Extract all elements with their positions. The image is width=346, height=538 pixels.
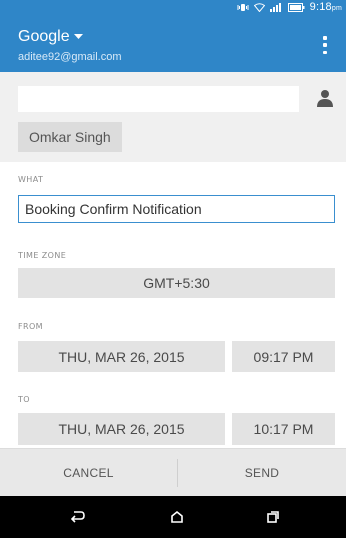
status-bar: 9:18pm <box>0 0 346 14</box>
account-email: aditee92@gmail.com <box>18 51 122 63</box>
overflow-menu-icon[interactable] <box>322 36 328 54</box>
vibrate-icon <box>237 3 249 11</box>
home-icon[interactable] <box>166 506 188 528</box>
timezone-label: TIME ZONE <box>18 251 67 260</box>
what-label: WHAT <box>18 175 44 184</box>
back-icon[interactable] <box>67 506 89 528</box>
recipient-input[interactable] <box>18 86 299 112</box>
account-name: Google <box>18 28 70 45</box>
from-label: FROM <box>18 322 43 331</box>
wifi-icon <box>253 2 265 12</box>
send-button[interactable]: SEND <box>178 449 346 497</box>
status-time: 9:18pm <box>309 1 342 13</box>
recipients-section: Omkar Singh <box>0 72 346 162</box>
recipient-chip[interactable]: Omkar Singh <box>18 122 122 152</box>
from-date-button[interactable]: THU, MAR 26, 2015 <box>18 341 225 372</box>
contact-icon[interactable] <box>315 88 335 108</box>
to-time-button[interactable]: 10:17 PM <box>232 413 335 445</box>
navigation-bar <box>0 496 346 538</box>
dropdown-arrow-icon <box>73 34 83 39</box>
to-label: TO <box>18 395 30 404</box>
cancel-button[interactable]: CANCEL <box>0 449 177 497</box>
app-bar: Google aditee92@gmail.com <box>0 14 346 72</box>
event-form: Omkar Singh WHAT Booking Confirm Notific… <box>0 72 346 448</box>
recents-icon[interactable] <box>262 506 284 528</box>
signal-icon <box>269 2 281 12</box>
to-date-button[interactable]: THU, MAR 26, 2015 <box>18 413 225 445</box>
battery-icon <box>287 2 305 12</box>
what-input[interactable]: Booking Confirm Notification <box>18 195 335 223</box>
account-switcher[interactable]: Google <box>18 28 83 46</box>
timezone-button[interactable]: GMT+5:30 <box>18 268 335 298</box>
from-time-button[interactable]: 09:17 PM <box>232 341 335 372</box>
action-bar: CANCEL SEND <box>0 448 346 496</box>
